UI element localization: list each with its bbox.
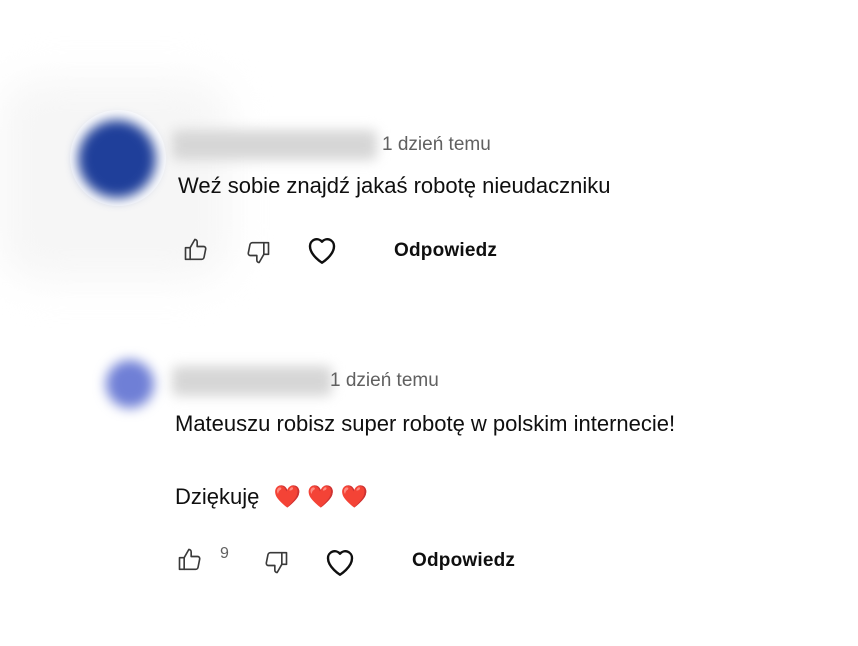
comment-text-line-2: Dziękuję ❤️ ❤️ ❤️ bbox=[175, 484, 368, 510]
thumbs-down-icon bbox=[265, 551, 288, 574]
avatar-image bbox=[106, 360, 154, 408]
comment-text-thanks: Dziękuję bbox=[175, 484, 260, 509]
heart-button[interactable] bbox=[318, 540, 362, 584]
author-name-blurred[interactable] bbox=[172, 366, 332, 396]
avatar[interactable] bbox=[96, 348, 166, 418]
like-button[interactable] bbox=[170, 540, 210, 580]
comment-timestamp[interactable]: 1 dzień temu bbox=[330, 370, 439, 392]
dislike-button[interactable] bbox=[256, 542, 296, 582]
heart-icon bbox=[326, 550, 354, 576]
comment-2: 1 dzień temu Mateuszu robisz super robot… bbox=[0, 0, 858, 646]
comment-actions: 9 Odpowiedz bbox=[170, 540, 590, 580]
comment-text-line-1: Mateuszu robisz super robotę w polskim i… bbox=[175, 411, 676, 436]
heart-emojis: ❤️ ❤️ ❤️ bbox=[273, 484, 368, 509]
thumbs-up-icon bbox=[178, 548, 201, 571]
like-count: 9 bbox=[220, 545, 229, 562]
reply-button[interactable]: Odpowiedz bbox=[412, 550, 515, 572]
